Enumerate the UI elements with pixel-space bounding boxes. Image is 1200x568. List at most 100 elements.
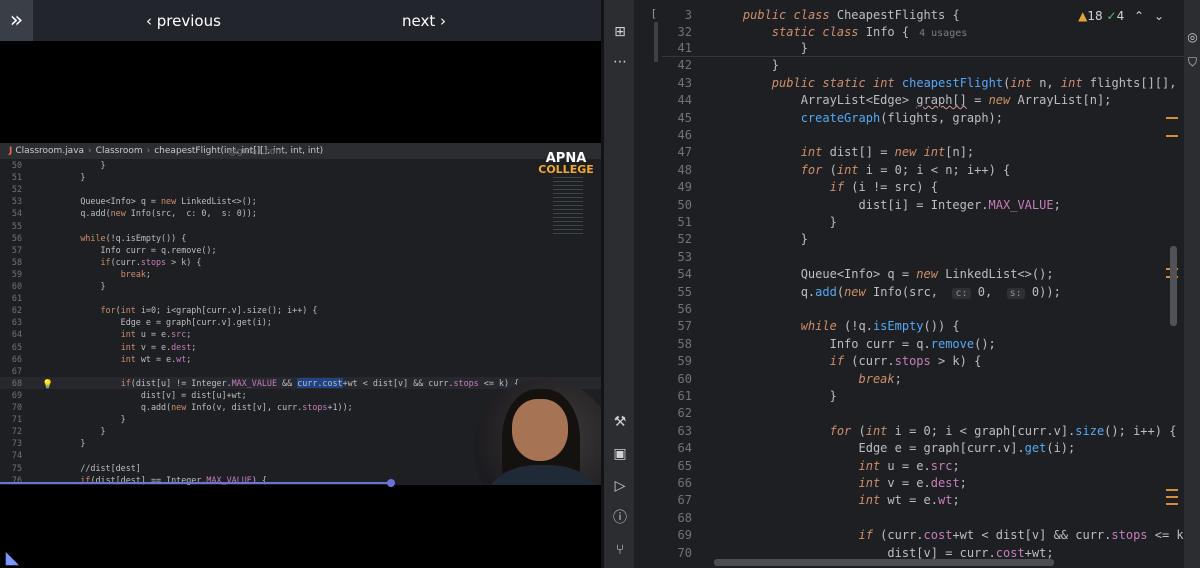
- chevron-up-icon[interactable]: ⌃: [1134, 9, 1144, 23]
- code-line[interactable]: 52 }: [662, 231, 1200, 248]
- code-text: q.add(new Info(v, dist[v], curr.stops+1)…: [40, 402, 353, 412]
- code-line[interactable]: 68: [662, 510, 1200, 527]
- line-number[interactable]: 46: [662, 127, 692, 144]
- line-number[interactable]: 61: [662, 388, 692, 405]
- line-number[interactable]: 59: [662, 353, 692, 370]
- code-line[interactable]: 53: [662, 249, 1200, 266]
- line-number[interactable]: 63: [662, 423, 692, 440]
- line-number[interactable]: 47: [662, 144, 692, 161]
- code-text: break;: [120, 268, 151, 279]
- code-line[interactable]: 66 int v = e.dest;: [662, 475, 1200, 492]
- more-icon[interactable]: ⋯: [609, 52, 631, 72]
- code-line[interactable]: 61 }: [662, 388, 1200, 405]
- next-button[interactable]: next ›: [402, 12, 446, 30]
- code-line[interactable]: 55 q.add(new Info(src, c: 0, s: 0));: [662, 284, 1200, 301]
- line-number[interactable]: 70: [662, 545, 692, 562]
- line-number[interactable]: 43: [662, 75, 692, 92]
- error-stripe-mark[interactable]: [1166, 503, 1178, 505]
- code-line[interactable]: 63 for (int i = 0; i < graph[curr.v].siz…: [662, 423, 1200, 440]
- code-line[interactable]: 64 Edge e = graph[curr.v].get(i);: [662, 440, 1200, 457]
- error-stripe-mark[interactable]: [1166, 489, 1178, 491]
- line-number[interactable]: 67: [662, 492, 692, 509]
- line-number[interactable]: 56: [662, 301, 692, 318]
- code-line[interactable]: 57 while (!q.isEmpty()) {: [662, 318, 1200, 335]
- line-number[interactable]: 49: [662, 179, 692, 196]
- code-line[interactable]: 45 createGraph(flights, graph);: [662, 110, 1200, 127]
- code-line[interactable]: 60 break;: [662, 371, 1200, 388]
- code-line[interactable]: 51 }: [662, 214, 1200, 231]
- vertical-scrollbar[interactable]: [1170, 246, 1177, 326]
- video-progress-handle[interactable]: [386, 479, 395, 487]
- line-number[interactable]: 3: [662, 7, 692, 24]
- line-number[interactable]: 69: [662, 527, 692, 544]
- editor-tab[interactable]: [: [652, 7, 656, 20]
- code-line[interactable]: 67 int wt = e.wt;: [662, 492, 1200, 509]
- line-number[interactable]: 51: [662, 214, 692, 231]
- line-number[interactable]: 54: [662, 266, 692, 283]
- code-line[interactable]: 59 if (curr.stops > k) {: [662, 353, 1200, 370]
- line-number: 55: [11, 220, 22, 231]
- line-number[interactable]: 60: [662, 371, 692, 388]
- code-text: for (int i = 0; i < n; i++) {: [800, 162, 1011, 177]
- code-line[interactable]: 43 public static int cheapestFlight(int …: [662, 75, 1200, 92]
- line-number[interactable]: 55: [662, 284, 692, 301]
- video-frame[interactable]: J Classroom.java › Classroom › cheapestFlight…: [0, 143, 601, 485]
- ai-assistant-icon[interactable]: ◎: [1185, 30, 1200, 44]
- inspection-widget[interactable]: ▲18 ✓4 ⌃ ⌄: [1078, 9, 1164, 23]
- code-line[interactable]: 54 Queue<Info> q = new LinkedList<>();: [662, 266, 1200, 283]
- code-line[interactable]: 65 int u = e.src;: [662, 458, 1200, 475]
- line-number[interactable]: 48: [662, 162, 692, 179]
- code-line[interactable]: 62: [662, 405, 1200, 422]
- horizontal-scrollbar[interactable]: [714, 559, 1054, 566]
- line-number[interactable]: 42: [662, 57, 692, 74]
- code-line[interactable]: 46: [662, 127, 1200, 144]
- code-text: if (i != src) {: [829, 180, 938, 195]
- chevron-right-icon: ›: [146, 146, 151, 156]
- line-number[interactable]: 41: [662, 40, 692, 57]
- code-line[interactable]: 56: [662, 301, 1200, 318]
- line-number: 75: [11, 462, 22, 473]
- previous-button[interactable]: ‹ previous: [146, 12, 221, 30]
- error-stripe-mark[interactable]: [1166, 135, 1178, 137]
- code-line[interactable]: 69 if (curr.cost+wt < dist[v] && curr.st…: [662, 527, 1200, 544]
- line-number[interactable]: 52: [662, 231, 692, 248]
- code-line[interactable]: 50 dist[i] = Integer.MAX_VALUE;: [662, 197, 1200, 214]
- sidebar-toggle-button[interactable]: »: [0, 0, 33, 41]
- video-code-line: 59 break;: [0, 268, 601, 280]
- line-number[interactable]: 68: [662, 510, 692, 527]
- video-progress-bar[interactable]: [0, 482, 391, 484]
- terminal-icon[interactable]: ▣: [609, 444, 631, 464]
- line-number[interactable]: 62: [662, 405, 692, 422]
- java-file-icon: J: [9, 146, 13, 156]
- problems-icon[interactable]: ⓘ: [609, 508, 631, 528]
- code-line[interactable]: 44 ArrayList<Edge> graph[] = new ArrayLi…: [662, 92, 1200, 109]
- video-code-line: 56 while(!q.isEmpty()) {: [0, 232, 601, 244]
- line-number[interactable]: 65: [662, 458, 692, 475]
- code-line[interactable]: 58 Info curr = q.remove();: [662, 336, 1200, 353]
- shield-icon[interactable]: ⛉: [1185, 55, 1200, 70]
- line-number[interactable]: 45: [662, 110, 692, 127]
- line-number[interactable]: 64: [662, 440, 692, 457]
- line-number[interactable]: 50: [662, 197, 692, 214]
- error-stripe-mark[interactable]: [1166, 117, 1178, 119]
- git-icon[interactable]: ⑂: [609, 540, 631, 560]
- code-line[interactable]: 42 }: [662, 57, 1200, 74]
- code-text: break;: [858, 371, 902, 386]
- line-number[interactable]: 66: [662, 475, 692, 492]
- code-line[interactable]: 47 int dist[] = new int[n];: [662, 144, 1200, 161]
- line-number[interactable]: 57: [662, 318, 692, 335]
- code-line[interactable]: 48 for (int i = 0; i < n; i++) {: [662, 162, 1200, 179]
- code-line[interactable]: 49 if (i != src) {: [662, 179, 1200, 196]
- run-icon[interactable]: ▷: [609, 476, 631, 496]
- code-editor[interactable]: 3 public class CheapestFlights {32 stati…: [662, 0, 1200, 568]
- line-number[interactable]: 53: [662, 249, 692, 266]
- video-code-line: 62 for(int i=0; i<graph[curr.v].size(); …: [0, 304, 601, 316]
- hammer-icon[interactable]: ⚒: [609, 412, 631, 432]
- chevron-down-icon[interactable]: ⌄: [1154, 9, 1164, 23]
- code-line[interactable]: 41 }: [662, 40, 1200, 57]
- line-number[interactable]: 58: [662, 336, 692, 353]
- error-stripe-mark[interactable]: [1166, 496, 1178, 498]
- project-structure-icon[interactable]: ⊞: [609, 22, 631, 42]
- line-number[interactable]: 44: [662, 92, 692, 109]
- code-text: }: [40, 414, 126, 425]
